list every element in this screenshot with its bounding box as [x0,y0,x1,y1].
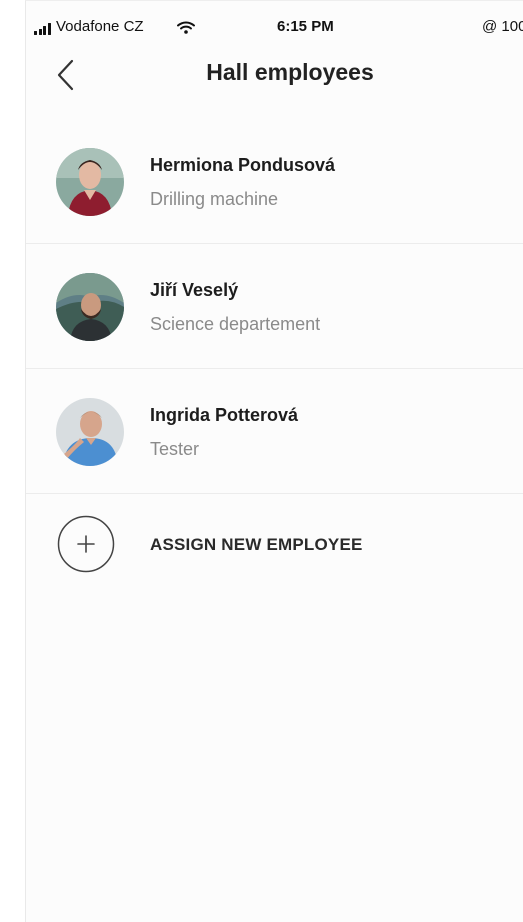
battery-indicator: @ 100 [482,18,523,35]
app-screen: Vodafone CZ 6:15 PM @ 100 Hall employees [25,0,523,922]
employee-name: Hermiona Pondusová [150,155,336,175]
avatar [56,398,124,466]
list-item[interactable]: Jiří Veselý Science departement [26,244,523,369]
employee-role: Science departement [150,314,321,334]
status-bar: Vodafone CZ 6:15 PM @ 100 [26,1,523,45]
employee-role: Drilling machine [150,189,279,209]
employee-name: Ingrida Potterová [150,405,299,425]
carrier-name: Vodafone CZ [56,18,144,35]
employee-list: Hermiona Pondusová Drilling machine Jiří… [26,119,523,494]
employee-name: Jiří Veselý [150,280,239,300]
page-title: Hall employees [206,59,374,85]
assign-new-employee-button[interactable]: ASSIGN NEW EMPLOYEE [26,491,523,601]
plus-circle-icon[interactable] [57,515,115,573]
list-item[interactable]: Ingrida Potterová Tester [26,369,523,494]
avatar [56,148,124,216]
employee-role: Tester [150,439,200,459]
wifi-icon [177,21,195,34]
avatar [56,273,124,341]
assign-new-employee-label: ASSIGN NEW EMPLOYEE [150,535,363,554]
signal-icon [34,23,51,35]
list-item[interactable]: Hermiona Pondusová Drilling machine [26,119,523,244]
status-time: 6:15 PM [277,18,334,35]
